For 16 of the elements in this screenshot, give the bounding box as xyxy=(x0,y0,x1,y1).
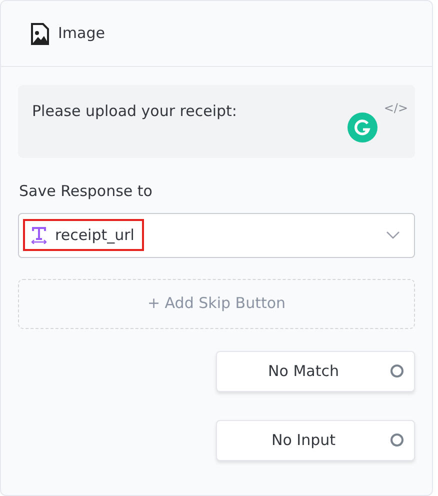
image-icon xyxy=(30,22,50,44)
port-circle-icon xyxy=(390,433,404,447)
port-label: No Match xyxy=(267,360,340,382)
variable-name: receipt_url xyxy=(55,224,134,246)
port-circle-icon xyxy=(390,364,404,378)
text-variable-icon xyxy=(31,226,47,244)
chevron-down-icon xyxy=(386,231,400,239)
field-label: Save Response to xyxy=(19,181,154,202)
header-title: Image xyxy=(58,23,105,44)
grammar-assistant-icon[interactable] xyxy=(347,112,378,143)
port-label: No Input xyxy=(270,430,336,451)
prompt-text: Please upload your receipt: xyxy=(32,102,237,120)
prompt-field[interactable]: Please upload your receipt: </> xyxy=(18,85,415,158)
variable-select[interactable]: receipt_url xyxy=(18,212,415,258)
path-port[interactable]: No Match xyxy=(216,350,415,392)
path-port[interactable]: No Input xyxy=(216,420,415,460)
